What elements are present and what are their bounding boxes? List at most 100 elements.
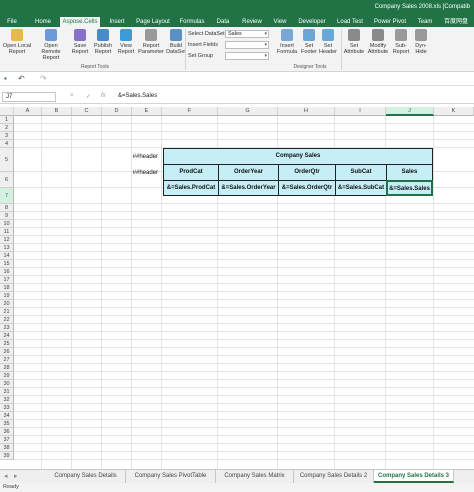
column-header[interactable]: H	[278, 107, 335, 116]
row-header[interactable]: 24	[0, 332, 14, 340]
tab-power-pivot[interactable]: Power Pivot	[370, 17, 410, 27]
row-header[interactable]: 5	[0, 148, 14, 172]
row-header[interactable]: 30	[0, 380, 14, 388]
tab-view[interactable]: View	[270, 17, 290, 27]
sheet-tab[interactable]: Company Sales PivotTable	[126, 470, 216, 483]
tab-insert[interactable]: Insert	[104, 17, 130, 27]
column-title-cell[interactable]: OrderYear	[218, 164, 279, 181]
column-header[interactable]: J	[386, 107, 434, 116]
row-header[interactable]: 38	[0, 444, 14, 452]
row-header[interactable]: 32	[0, 396, 14, 404]
tab-review[interactable]: Review	[238, 17, 266, 27]
row-header[interactable]: 22	[0, 316, 14, 324]
row-header[interactable]: 21	[0, 308, 14, 316]
view-report-button[interactable]: View Report	[116, 29, 136, 55]
sub-report-button[interactable]: Sub-Report	[391, 29, 411, 55]
sheet-tab-active[interactable]: Company Sales Details 3	[374, 470, 454, 483]
row-header[interactable]: 10	[0, 220, 14, 228]
sheet-tab[interactable]: Company Sales Matrix	[216, 470, 294, 483]
row-header[interactable]: 13	[0, 244, 14, 252]
row-header[interactable]: 7	[0, 188, 14, 204]
column-title-cell[interactable]: ProdCat	[163, 164, 219, 181]
row-header[interactable]: 1	[0, 116, 14, 124]
tab-file[interactable]: File	[2, 17, 22, 27]
row-header[interactable]: 6	[0, 172, 14, 188]
column-title-cell[interactable]: SubCat	[335, 164, 387, 181]
row-header[interactable]: 37	[0, 436, 14, 444]
row-header[interactable]: 39	[0, 452, 14, 460]
tab-formulas[interactable]: Formulas	[176, 17, 208, 27]
field-marker-cell[interactable]: &=Sales.OrderQtr	[278, 180, 336, 196]
name-box[interactable]: J7	[2, 92, 56, 102]
row-header[interactable]: 31	[0, 388, 14, 396]
row-header[interactable]: 25	[0, 340, 14, 348]
row-header[interactable]: 27	[0, 356, 14, 364]
open-local-report-button[interactable]: Open Local Report	[2, 29, 32, 55]
row-header[interactable]: 9	[0, 212, 14, 220]
selected-cell[interactable]: &=Sales.Sales	[386, 180, 433, 196]
undo-icon[interactable]: ↶	[18, 74, 25, 83]
field-marker-cell[interactable]: &=Sales.OrderYear	[218, 180, 279, 196]
publish-report-button[interactable]: Publish Report	[92, 29, 114, 55]
modify-attribute-button[interactable]: Modify Attribute	[366, 29, 390, 55]
save-report-button[interactable]: Save Report	[70, 29, 90, 55]
set-header-button[interactable]: Set Header	[318, 29, 338, 55]
column-header[interactable]: E	[132, 107, 162, 116]
set-attribute-button[interactable]: Set Attribute	[343, 29, 365, 55]
select-dataset-dropdown[interactable]: Sales ▾	[225, 30, 269, 38]
row-header[interactable]: 34	[0, 412, 14, 420]
function-icon[interactable]: fx	[101, 93, 106, 99]
formula-input[interactable]: &=Sales.Sales	[118, 93, 157, 99]
row-header[interactable]: 35	[0, 420, 14, 428]
row-header[interactable]: 16	[0, 268, 14, 276]
tab-team[interactable]: Team	[414, 17, 436, 27]
column-header[interactable]: G	[218, 107, 278, 116]
row-header[interactable]: 3	[0, 132, 14, 140]
sheet-tab[interactable]: Company Sales Details	[46, 470, 126, 483]
row-header[interactable]: 29	[0, 372, 14, 380]
row-header[interactable]: 4	[0, 140, 14, 148]
open-remote-report-button[interactable]: Open Remote Report	[34, 29, 68, 61]
spreadsheet-grid[interactable]: A B C D E F G H I J K 1 2 3 4 5 6 7 8 9 10 11 12 13 1…	[0, 107, 474, 469]
row-header[interactable]: 2	[0, 124, 14, 132]
column-header[interactable]: A	[14, 107, 42, 116]
dyn-hide-button[interactable]: Dyn-Hide	[412, 29, 430, 55]
column-header[interactable]: I	[335, 107, 386, 116]
row-header[interactable]: 18	[0, 284, 14, 292]
row-header[interactable]: 14	[0, 252, 14, 260]
tab-home[interactable]: Home	[30, 17, 56, 27]
row-header[interactable]: 36	[0, 428, 14, 436]
tab-baidu-netdisk[interactable]: 百度网盘	[440, 17, 472, 27]
column-title-cell[interactable]: OrderQtr	[278, 164, 336, 181]
report-title-cell[interactable]: Company Sales	[163, 148, 433, 165]
enter-icon[interactable]: ✓	[86, 93, 91, 100]
row-header[interactable]: 19	[0, 292, 14, 300]
cancel-icon[interactable]: ×	[70, 93, 74, 99]
row-header[interactable]: 33	[0, 404, 14, 412]
row-header[interactable]: 15	[0, 260, 14, 268]
row-header[interactable]: 23	[0, 324, 14, 332]
redo-icon[interactable]: ↷	[40, 74, 47, 83]
row-header[interactable]: 8	[0, 204, 14, 212]
field-marker-cell[interactable]: &=Sales.ProdCat	[163, 180, 219, 196]
scroll-left-icon[interactable]: ◂	[4, 472, 8, 480]
column-header[interactable]: B	[42, 107, 72, 116]
select-all-corner[interactable]	[0, 107, 14, 116]
row-header[interactable]: 20	[0, 300, 14, 308]
tab-load-test[interactable]: Load Test	[334, 17, 366, 27]
column-header[interactable]: C	[72, 107, 102, 116]
insert-formula-button[interactable]: Insert Formula	[274, 29, 300, 55]
sheet-tab[interactable]: Company Sales Details 2	[294, 470, 374, 483]
tab-data[interactable]: Data	[212, 17, 234, 27]
column-header[interactable]: K	[434, 107, 474, 116]
build-dataset-button[interactable]: Build DataSet	[166, 29, 186, 55]
column-title-cell[interactable]: Sales	[386, 164, 433, 181]
row-header[interactable]: 17	[0, 276, 14, 284]
save-icon[interactable]: ▪	[4, 74, 7, 83]
row-header[interactable]: 12	[0, 236, 14, 244]
field-marker-cell[interactable]: &=Sales.SubCat	[335, 180, 387, 196]
set-footer-button[interactable]: Set Footer	[300, 29, 318, 55]
set-group-dropdown[interactable]: ▾	[225, 52, 269, 60]
report-parameter-button[interactable]: Report Parameter	[138, 29, 164, 55]
row-header[interactable]: 11	[0, 228, 14, 236]
